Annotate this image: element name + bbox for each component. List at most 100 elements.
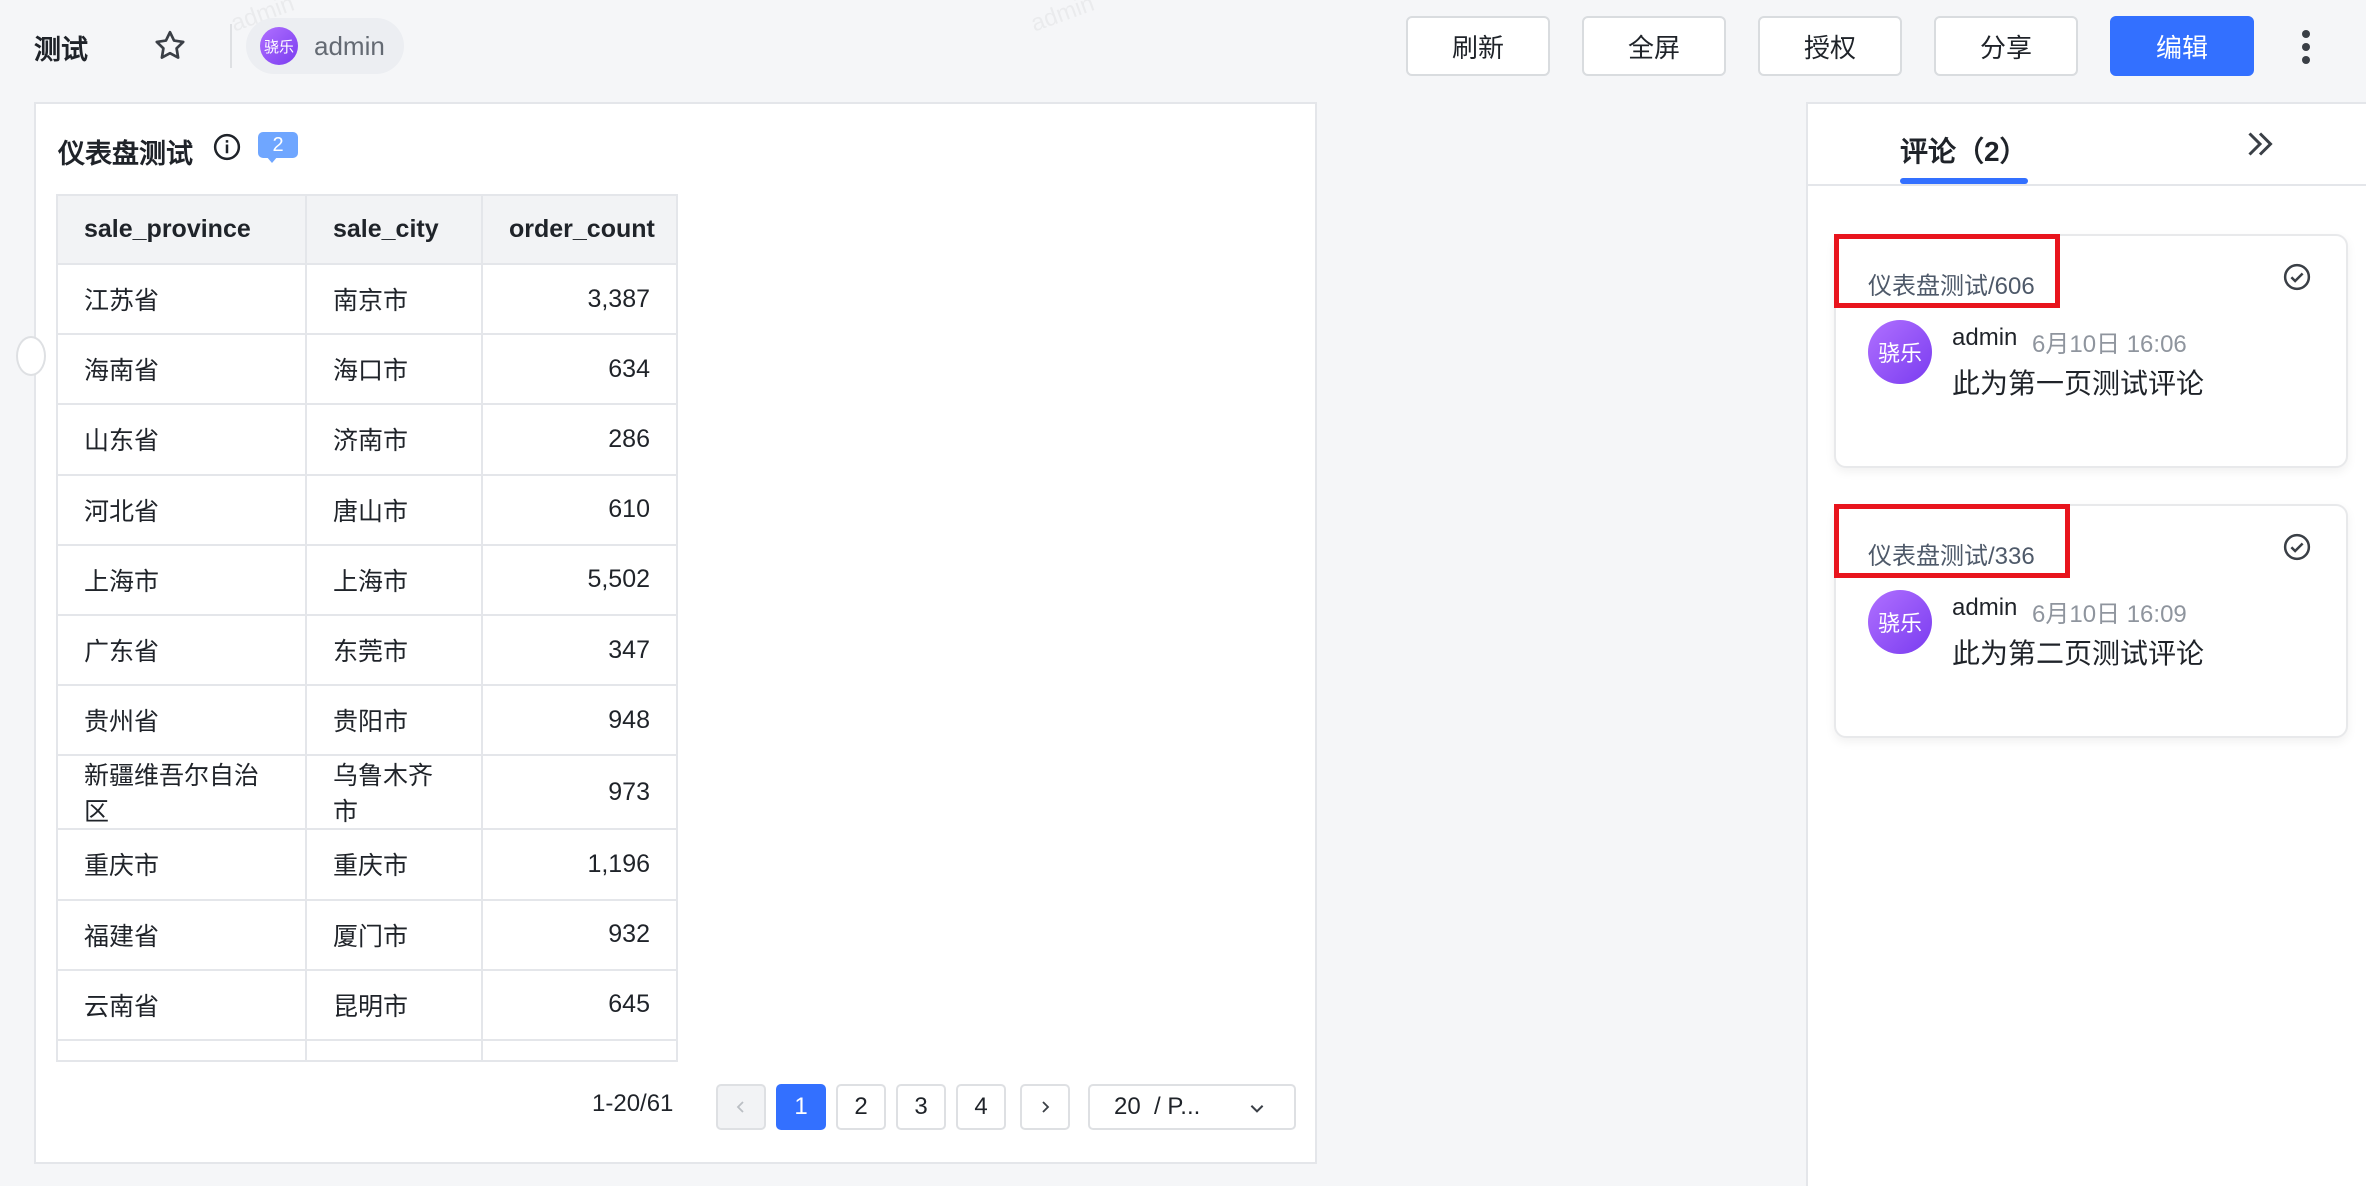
comment-count-badge[interactable]: 2 (258, 132, 298, 163)
comment-count: 2 (258, 132, 298, 158)
column-header[interactable]: order_count (482, 196, 676, 265)
table-cell: 948 (482, 685, 676, 757)
table-row[interactable]: 海南省 海口市 634 (58, 334, 676, 406)
comment-user: admin (1952, 594, 2018, 621)
table-row[interactable]: 江苏省 南京市 3,387 (58, 264, 676, 336)
refresh-button[interactable]: 刷新 (1406, 16, 1550, 76)
owner-chip[interactable]: 骁乐 admin (246, 18, 404, 74)
data-table: sale_province sale_city order_count 江苏省南… (56, 194, 678, 1062)
info-icon[interactable] (212, 132, 242, 162)
table-row[interactable]: 上海市 上海市 5,502 (58, 544, 676, 616)
table-cell: 贵阳市 (306, 685, 483, 757)
table-cell (58, 1039, 307, 1060)
table-row[interactable]: 重庆市 重庆市 1,196 (58, 829, 676, 901)
comment-card[interactable]: 仪表盘测试/336 骁乐 admin 6月10日 16:09 此为第二页测试评论 (1834, 504, 2348, 738)
column-header[interactable]: sale_province (58, 196, 307, 265)
table-cell: 5,502 (482, 544, 676, 616)
table-row[interactable]: 云南省 昆明市 645 (58, 969, 676, 1041)
fullscreen-button[interactable]: 全屏 (1582, 16, 1726, 76)
next-page-button[interactable] (1020, 1084, 1070, 1130)
page-button[interactable]: 2 (836, 1084, 886, 1130)
resize-handle[interactable] (16, 336, 46, 376)
table-widget: 仪表盘测试 2 sale_province sale_city order_co… (16, 102, 1317, 1164)
table-cell: 634 (482, 334, 676, 406)
share-button[interactable]: 分享 (1934, 16, 2078, 76)
comment-time: 6月10日 16:06 (2032, 331, 2187, 358)
table-cell: 1,196 (482, 829, 676, 901)
table-cell: 645 (482, 969, 676, 1041)
page-size-select[interactable]: 20 / P... (1088, 1084, 1296, 1130)
comment-text: 此为第二页测试评论 (1952, 638, 2205, 669)
resolve-check-icon[interactable] (2282, 532, 2312, 562)
table-cell: 河北省 (58, 474, 307, 546)
avatar: 骁乐 (1868, 590, 1932, 654)
table-cell: 新疆维吾尔自治区 (58, 755, 307, 831)
avatar: 骁乐 (260, 27, 298, 65)
avatar: 骁乐 (1868, 320, 1932, 384)
table-row[interactable]: 河北省 唐山市 610 (58, 474, 676, 546)
table-cell: 贵州省 (58, 685, 307, 757)
table-row[interactable] (58, 1039, 676, 1060)
table-cell (482, 1039, 676, 1060)
table-cell: 3,387 (482, 264, 676, 336)
table-cell: 上海市 (58, 544, 307, 616)
table-cell: 重庆市 (306, 829, 483, 901)
table-cell: 乌鲁木齐市 (306, 755, 483, 831)
table-cell: 932 (482, 899, 676, 971)
comment-panel: 评论（2） 仪表盘测试/606 骁乐 admin 6月10日 16:06 此为第… (1806, 102, 2366, 1186)
owner-name: admin (314, 30, 385, 61)
table-cell: 厦门市 (306, 899, 483, 971)
header-divider (230, 24, 232, 68)
page-size-value: 20 / P... (1114, 1093, 1201, 1120)
table-cell: 云南省 (58, 969, 307, 1041)
dashboard-header: 测试 骁乐 admin 刷新 全屏 授权 分享 编辑 (0, 0, 2366, 92)
table-header-row: sale_province sale_city order_count (58, 196, 676, 265)
table-cell: 610 (482, 474, 676, 546)
double-chevron-right-icon[interactable] (2242, 126, 2278, 162)
table-row[interactable]: 新疆维吾尔自治区 乌鲁木齐市 973 (58, 755, 676, 831)
comment-title[interactable]: 仪表盘测试/606 (1868, 266, 2035, 301)
chevron-right-icon (1042, 1101, 1050, 1113)
comment-text: 此为第一页测试评论 (1952, 368, 2205, 399)
chevron-left-icon (736, 1101, 744, 1113)
page-title: 测试 (34, 35, 88, 65)
table-cell: 海口市 (306, 334, 483, 406)
comment-card[interactable]: 仪表盘测试/606 骁乐 admin 6月10日 16:06 此为第一页测试评论 (1834, 234, 2348, 468)
resolve-check-icon[interactable] (2282, 262, 2312, 292)
page-button[interactable]: 3 (896, 1084, 946, 1130)
table-cell: 973 (482, 755, 676, 831)
table-cell: 南京市 (306, 264, 483, 336)
table-cell: 江苏省 (58, 264, 307, 336)
prev-page-button[interactable] (716, 1084, 766, 1130)
table-row[interactable]: 福建省 厦门市 932 (58, 899, 676, 971)
table-cell: 唐山市 (306, 474, 483, 546)
page-button[interactable]: 4 (956, 1084, 1006, 1130)
star-icon[interactable] (152, 28, 188, 64)
table-cell: 广东省 (58, 614, 307, 687)
more-menu-icon[interactable] (2296, 26, 2316, 66)
table-cell: 286 (482, 404, 676, 476)
comment-user: admin (1952, 324, 2018, 351)
table-cell: 济南市 (306, 404, 483, 476)
table-cell: 上海市 (306, 544, 483, 616)
panel-divider (1808, 184, 2366, 186)
authorize-button[interactable]: 授权 (1758, 16, 1902, 76)
chevron-down-icon (1250, 1105, 1264, 1113)
table-cell: 山东省 (58, 404, 307, 476)
table-cell: 福建省 (58, 899, 307, 971)
column-header[interactable]: sale_city (306, 196, 483, 265)
tab-comments[interactable]: 评论（2） (1900, 130, 2028, 170)
table-row[interactable]: 山东省 济南市 286 (58, 404, 676, 476)
widget-title: 仪表盘测试 (58, 139, 193, 169)
table-cell: 347 (482, 614, 676, 687)
pagination-total: 1-20/61 (592, 1090, 674, 1117)
page-button[interactable]: 1 (776, 1084, 826, 1130)
table-row[interactable]: 广东省 东莞市 347 (58, 614, 676, 687)
table-row[interactable]: 贵州省 贵阳市 948 (58, 685, 676, 757)
table-cell: 重庆市 (58, 829, 307, 901)
comment-title[interactable]: 仪表盘测试/336 (1868, 536, 2035, 571)
table-cell: 东莞市 (306, 614, 483, 687)
table-cell: 海南省 (58, 334, 307, 406)
table-cell: 昆明市 (306, 969, 483, 1041)
edit-button[interactable]: 编辑 (2110, 16, 2254, 76)
